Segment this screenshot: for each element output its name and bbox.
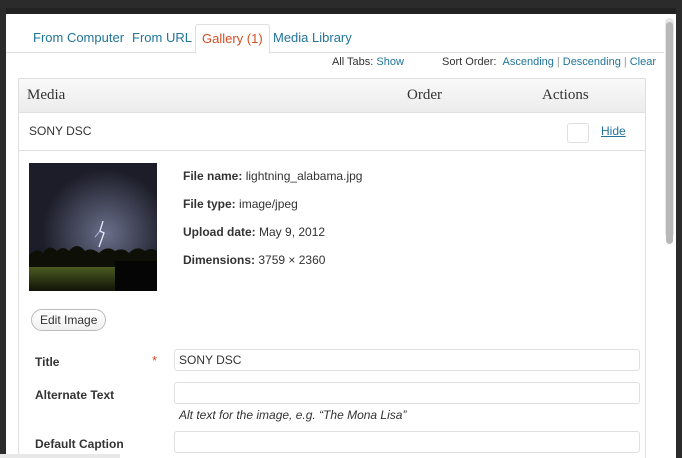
default-caption-input[interactable] xyxy=(174,431,640,453)
column-header-media: Media xyxy=(27,87,66,103)
alt-text-help: Alt text for the image, e.g. “The Mona L… xyxy=(179,408,407,422)
dimensions-label: Dimensions: xyxy=(183,253,256,267)
show-all-tabs-link[interactable]: Show xyxy=(376,56,404,68)
column-header-actions: Actions xyxy=(542,87,589,103)
alt-text-input[interactable] xyxy=(174,382,640,404)
lightning-photo-image xyxy=(29,163,157,291)
file-name-value: lightning_alabama.jpg xyxy=(245,169,363,183)
tab-from-url[interactable]: From URL xyxy=(126,24,198,52)
column-header-order: Order xyxy=(407,87,442,103)
media-item-title: SONY DSC xyxy=(29,124,92,138)
file-type-label: File type: xyxy=(183,197,236,211)
edit-image-button[interactable]: Edit Image xyxy=(31,309,107,331)
default-caption-label: Default Caption xyxy=(35,437,124,451)
file-type-value: image/jpeg xyxy=(239,197,298,211)
scrollbar-thumb[interactable] xyxy=(666,22,673,244)
tab-from-computer[interactable]: From Computer xyxy=(27,24,130,52)
upload-date-label: Upload date: xyxy=(183,225,256,239)
sort-clear-link[interactable]: Clear xyxy=(630,56,656,68)
dimensions-value: 3759 × 2360 xyxy=(258,253,326,267)
sort-descending-link[interactable]: Descending xyxy=(563,56,621,68)
vertical-scrollbar[interactable] xyxy=(665,18,674,244)
separator: | xyxy=(556,56,560,68)
dialog-bottom-edge xyxy=(0,454,120,458)
sort-order-label: Sort Order: xyxy=(442,56,497,68)
gallery-toolbar: All Tabs: Show Sort Order: Ascending | Des… xyxy=(332,52,656,72)
hide-link[interactable]: Hide xyxy=(601,124,626,138)
dialog-top-border xyxy=(6,8,676,14)
media-item-row: SONY DSC Hide xyxy=(19,113,645,151)
title-label: Title xyxy=(35,355,60,369)
media-upload-dialog: From Computer From URL Gallery (1) Media… xyxy=(6,8,676,458)
sort-ascending-link[interactable]: Ascending xyxy=(503,56,554,68)
file-name-info: File name: lightning_alabama.jpg xyxy=(183,169,362,183)
separator: | xyxy=(623,56,627,68)
required-mark: * xyxy=(152,353,158,368)
tab-gallery[interactable]: Gallery (1) xyxy=(195,24,270,54)
order-input[interactable] xyxy=(567,123,589,143)
table-header: Media Order Actions xyxy=(19,79,645,113)
dimensions-info: Dimensions: 3759 × 2360 xyxy=(183,253,325,267)
all-tabs-label: All Tabs: xyxy=(331,56,374,68)
alt-text-label: Alternate Text xyxy=(35,388,115,402)
media-tabs: From Computer From URL Gallery (1) Media… xyxy=(6,18,664,54)
title-input[interactable] xyxy=(174,349,640,371)
media-thumbnail xyxy=(29,163,157,291)
gallery-table: Media Order Actions SONY DSC Hide File n… xyxy=(18,78,646,458)
file-name-label: File name: xyxy=(183,169,243,183)
file-type-info: File type: image/jpeg xyxy=(183,197,298,211)
upload-date-value: May 9, 2012 xyxy=(259,225,326,239)
upload-date-info: Upload date: May 9, 2012 xyxy=(183,225,325,239)
tab-media-library[interactable]: Media Library xyxy=(267,24,358,52)
